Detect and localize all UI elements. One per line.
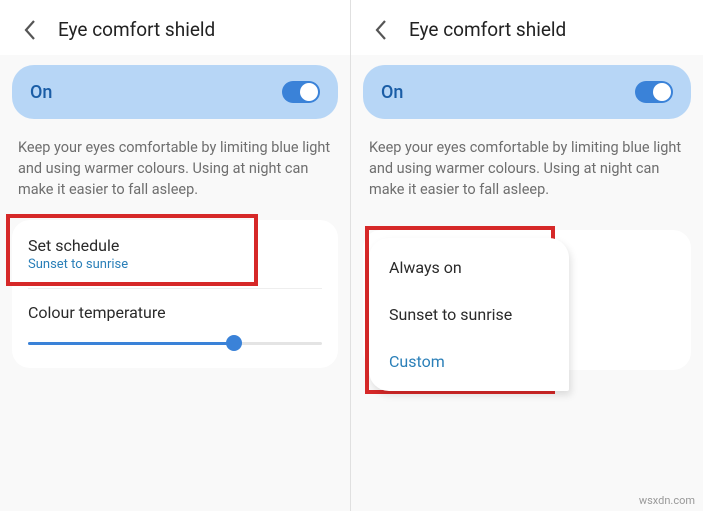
option-custom[interactable]: Custom (369, 338, 569, 385)
schedule-value: Sunset to sunrise (28, 257, 322, 272)
on-toggle-card[interactable]: On (12, 65, 338, 119)
option-sunset-to-sunrise[interactable]: Sunset to sunrise (369, 291, 569, 338)
schedule-title: Set schedule (28, 236, 322, 255)
back-icon[interactable] (20, 20, 40, 40)
set-schedule-row[interactable]: Set schedule Sunset to sunrise (12, 220, 338, 288)
header: Eye comfort shield (351, 0, 703, 55)
schedule-options-popup: Always on Sunset to sunrise Custom (369, 238, 569, 391)
page-title: Eye comfort shield (58, 18, 215, 41)
slider-thumb[interactable] (226, 335, 242, 351)
page-title: Eye comfort shield (409, 18, 566, 41)
toggle-switch[interactable] (635, 81, 673, 103)
settings-card: Set schedule Sunset to sunrise Colour te… (12, 220, 338, 368)
header: Eye comfort shield (0, 0, 350, 55)
panel-right: Eye comfort shield On Keep your eyes com… (351, 0, 703, 511)
colour-temperature-label: Colour temperature (28, 303, 322, 322)
option-always-on[interactable]: Always on (369, 244, 569, 291)
panel-left: Eye comfort shield On Keep your eyes com… (0, 0, 351, 511)
description-text: Keep your eyes comfortable by limiting b… (351, 119, 703, 220)
watermark: wsxdn.com (639, 494, 695, 507)
popup-wrap: Always on Sunset to sunrise Custom (351, 220, 703, 391)
on-label: On (30, 82, 52, 103)
on-toggle-card[interactable]: On (363, 65, 691, 119)
toggle-switch[interactable] (282, 81, 320, 103)
colour-temperature-slider[interactable] (28, 334, 322, 352)
slider-fill (28, 342, 234, 345)
colour-temperature-row: Colour temperature (12, 289, 338, 368)
on-label: On (381, 82, 403, 103)
back-icon[interactable] (371, 20, 391, 40)
description-text: Keep your eyes comfortable by limiting b… (0, 119, 350, 220)
